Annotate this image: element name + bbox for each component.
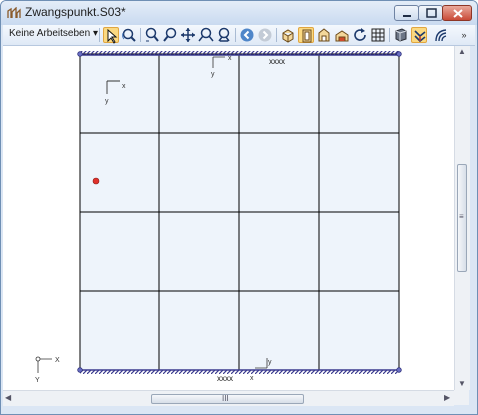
workspace-dropdown[interactable]: Keine Arbeitseben ▾	[9, 28, 98, 39]
view-3d-button[interactable]	[280, 27, 296, 43]
select-arrow-icon	[107, 28, 118, 44]
grid-icon	[371, 28, 385, 42]
app-window: Zwangspunkt.S03* Keine Arbeitseben ▾ » x…	[0, 0, 478, 415]
render-icon	[395, 28, 407, 42]
zoom-window-icon	[198, 27, 214, 42]
pan-button[interactable]	[180, 27, 196, 43]
toolbar-separator	[140, 28, 141, 42]
zoom-window-button[interactable]	[198, 27, 214, 43]
zoom-all-icon	[218, 27, 230, 42]
local-axis-x-label: x	[122, 83, 126, 90]
global-axis-y-label: Y	[35, 377, 40, 384]
vertical-scroll-thumb[interactable]: ≡	[457, 164, 467, 272]
bottom-label: xxxx	[217, 374, 233, 383]
close-button[interactable]	[442, 5, 472, 21]
toolbar-separator	[389, 28, 390, 42]
pan-icon	[181, 28, 195, 42]
zoom-out-icon	[163, 27, 177, 42]
forward-button[interactable]	[257, 27, 273, 43]
select-arrow-button[interactable]	[103, 27, 119, 44]
local-axis-y-label: y	[105, 98, 109, 105]
zoom-in-icon	[145, 27, 159, 42]
toolbar-separator	[276, 28, 277, 42]
zoom-in-button[interactable]	[144, 27, 160, 43]
minimize-button[interactable]	[394, 5, 419, 21]
structure-app-icon	[7, 7, 21, 18]
view-side-button[interactable]	[316, 27, 332, 43]
top-axis-x-label: x	[228, 55, 232, 62]
global-axis-x-label: X	[55, 357, 60, 364]
view-side-icon	[318, 28, 330, 42]
vertical-grip-icon: ≡	[459, 212, 464, 221]
toolbar-separator	[235, 28, 236, 42]
rotate-icon	[354, 28, 366, 41]
forward-icon	[258, 28, 272, 42]
load-button[interactable]	[411, 27, 427, 43]
horizontal-scrollbar[interactable]: ◀ III ▶	[3, 390, 454, 406]
title-bar[interactable]: Zwangspunkt.S03*	[1, 1, 477, 25]
chevron-down-icon: ▾	[92, 28, 98, 39]
zoom-out-button[interactable]	[162, 27, 178, 43]
horizontal-scroll-thumb[interactable]: III	[151, 394, 304, 404]
view-3d-icon	[282, 29, 294, 43]
load-icon	[414, 30, 426, 43]
drawing-canvas[interactable]: xxxx xxxx x y x y y x X Y	[3, 46, 454, 390]
toolbar: Keine Arbeitseben ▾ »	[3, 25, 475, 46]
zoom-all-button[interactable]	[216, 27, 232, 43]
minimize-icon	[403, 15, 411, 17]
scroll-down-icon[interactable]: ▼	[458, 379, 466, 388]
render-button[interactable]	[393, 27, 409, 43]
top-axis-y-label: y	[211, 71, 215, 78]
workspace-dropdown-label: Keine Arbeitseben	[9, 28, 91, 39]
toolbar-overflow-button[interactable]: »	[457, 27, 471, 43]
horizontal-grip-icon: III	[222, 394, 229, 403]
settings-button[interactable]	[432, 27, 448, 43]
scroll-up-icon[interactable]: ▲	[458, 47, 466, 56]
size-grip[interactable]	[454, 390, 469, 405]
maximize-icon	[426, 8, 437, 18]
view-front-button[interactable]	[298, 27, 314, 43]
grid-button[interactable]	[370, 27, 386, 43]
vertical-scrollbar[interactable]: ▲ ≡ ▼	[454, 46, 470, 390]
support-top	[77, 51, 402, 57]
bottom-axis-y-label: y	[268, 359, 272, 366]
view-front-icon	[302, 29, 312, 43]
structure-drawing: xxxx xxxx x y x y y x X Y	[35, 51, 402, 384]
zoom-rotate-button[interactable]	[121, 27, 137, 43]
view-top-button[interactable]	[334, 27, 350, 43]
settings-icon	[435, 29, 447, 42]
toolbar-separator	[99, 28, 100, 42]
global-axis-indicator: X Y	[35, 356, 60, 384]
close-icon	[453, 9, 463, 18]
constraint-point[interactable]	[92, 177, 100, 185]
bottom-axis-x-label: x	[250, 375, 254, 382]
scroll-right-icon[interactable]: ▶	[444, 393, 450, 402]
top-label: xxxx	[269, 57, 285, 66]
back-button[interactable]	[239, 27, 255, 43]
view-top-icon	[335, 30, 349, 42]
rotate-button[interactable]	[352, 27, 368, 43]
scroll-left-icon[interactable]: ◀	[5, 393, 11, 402]
window-title: Zwangspunkt.S03*	[25, 5, 126, 19]
back-icon	[240, 28, 254, 42]
maximize-button[interactable]	[418, 5, 443, 21]
zoom-rotate-icon	[122, 28, 136, 42]
